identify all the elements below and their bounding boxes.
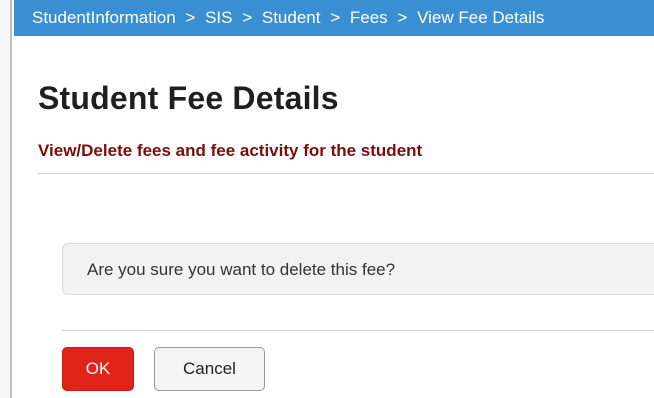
delete-confirmation-message: Are you sure you want to delete this fee…: [62, 243, 654, 295]
header-divider: [38, 173, 654, 174]
breadcrumb-separator: >: [185, 8, 196, 27]
confirmation-text: Are you sure you want to delete this fee…: [87, 260, 396, 279]
breadcrumb-separator: >: [242, 8, 253, 27]
page-title: Student Fee Details: [38, 80, 339, 116]
breadcrumb-current-page: View Fee Details: [417, 8, 545, 27]
breadcrumb-separator: >: [330, 8, 341, 27]
breadcrumb-item-student[interactable]: Student: [262, 8, 321, 27]
breadcrumb-separator: >: [397, 8, 408, 27]
breadcrumb-item-fees[interactable]: Fees: [350, 8, 388, 27]
page-subtitle: View/Delete fees and fee activity for th…: [38, 141, 423, 160]
ok-button[interactable]: OK: [62, 347, 134, 391]
page-frame: StudentInformation > SIS > Student > Fee…: [0, 0, 654, 398]
breadcrumb: StudentInformation > SIS > Student > Fee…: [14, 0, 654, 36]
breadcrumb-item-sis[interactable]: SIS: [205, 8, 232, 27]
cancel-button[interactable]: Cancel: [154, 347, 265, 391]
left-panel-edge: [0, 0, 12, 398]
breadcrumb-item-studentinformation[interactable]: StudentInformation: [32, 8, 176, 27]
confirmation-divider: [62, 330, 654, 331]
